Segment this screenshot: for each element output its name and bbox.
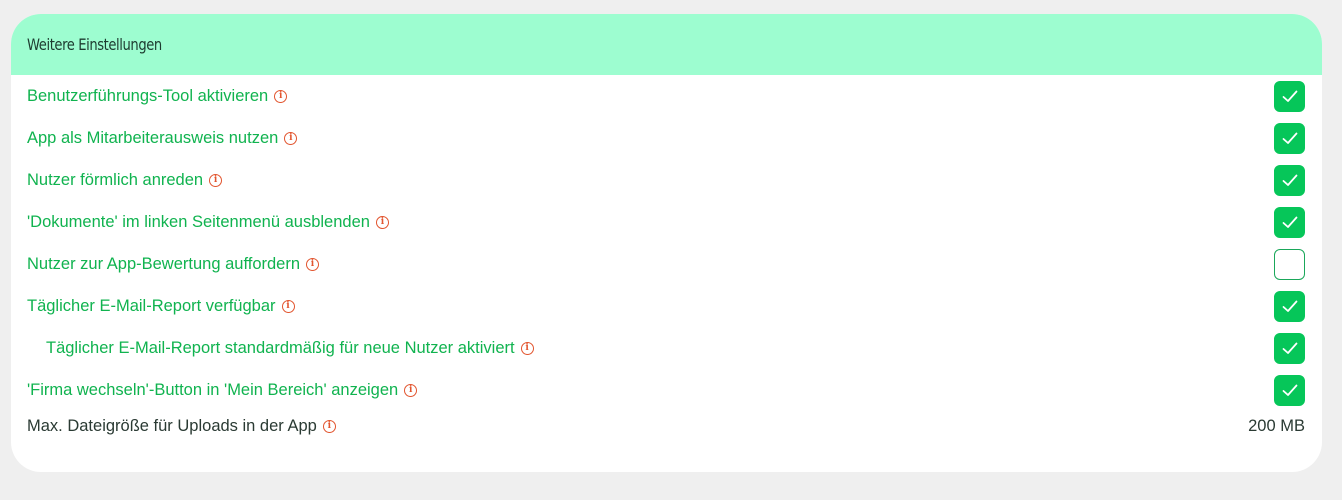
panel-title: Weitere Einstellungen — [27, 35, 162, 54]
setting-row-daily-report-default: Täglicher E-Mail-Report standardmäßig fü… — [11, 327, 1322, 369]
setting-checkbox-switch-company[interactable] — [1274, 374, 1305, 406]
setting-label: Nutzer förmlich anreden — [27, 170, 204, 189]
setting-checkbox-daily-report-default[interactable] — [1274, 332, 1305, 364]
info-icon[interactable]: i — [284, 131, 298, 145]
setting-checkbox-formal-address[interactable] — [1274, 164, 1305, 196]
info-icon[interactable]: i — [404, 383, 418, 397]
info-icon[interactable]: i — [281, 299, 295, 313]
check-icon — [1282, 300, 1297, 312]
upload-size-label: Max. Dateigröße für Uploads in der App — [27, 417, 317, 435]
info-icon[interactable]: i — [322, 420, 336, 433]
setting-label: Benutzerführungs-Tool aktivieren — [27, 86, 269, 105]
check-icon — [1282, 174, 1297, 186]
setting-label: Täglicher E-Mail-Report verfügbar — [27, 296, 276, 315]
setting-checkbox-app-rating[interactable] — [1274, 248, 1305, 280]
check-icon — [1282, 342, 1297, 354]
setting-row-max-upload: Max. Dateigröße für Uploads in der App i… — [11, 411, 1322, 451]
setting-row-guide-tool: Benutzerführungs-Tool aktivieren i — [11, 75, 1322, 117]
info-icon[interactable]: i — [520, 341, 534, 355]
info-icon[interactable]: i — [274, 89, 288, 103]
setting-label: 'Firma wechseln'-Button in 'Mein Bereich… — [27, 380, 399, 399]
check-icon — [1282, 90, 1297, 102]
setting-checkbox-hide-documents[interactable] — [1274, 206, 1305, 238]
info-icon[interactable]: i — [375, 215, 389, 229]
info-icon[interactable]: i — [306, 257, 320, 271]
setting-row-daily-report: Täglicher E-Mail-Report verfügbar i — [11, 285, 1322, 327]
panel-header: Weitere Einstellungen — [11, 14, 1322, 75]
setting-label: Täglicher E-Mail-Report standardmäßig fü… — [46, 338, 515, 357]
setting-checkbox-employee-id[interactable] — [1274, 122, 1305, 154]
setting-label: 'Dokumente' im linken Seitenmenü ausblen… — [27, 212, 370, 231]
setting-checkbox-daily-report[interactable] — [1274, 290, 1305, 322]
setting-row-switch-company: 'Firma wechseln'-Button in 'Mein Bereich… — [11, 369, 1322, 411]
settings-list: Benutzerführungs-Tool aktivieren i App a… — [11, 75, 1322, 451]
setting-row-hide-documents: 'Dokumente' im linken Seitenmenü ausblen… — [11, 201, 1322, 243]
setting-label: App als Mitarbeiterausweis nutzen — [27, 128, 279, 147]
setting-checkbox-guide-tool[interactable] — [1274, 80, 1305, 112]
info-icon[interactable]: i — [209, 173, 223, 187]
check-icon — [1282, 216, 1297, 228]
settings-panel: Weitere Einstellungen Benutzerführungs-T… — [11, 14, 1322, 472]
setting-row-app-rating: Nutzer zur App-Bewertung auffordern i — [11, 243, 1322, 285]
check-icon — [1282, 384, 1297, 396]
check-icon — [1282, 132, 1297, 144]
upload-size-value[interactable]: 200 MB — [1248, 417, 1305, 436]
setting-row-formal-address: Nutzer förmlich anreden i — [11, 159, 1322, 201]
setting-row-employee-id: App als Mitarbeiterausweis nutzen i — [11, 117, 1322, 159]
setting-label: Nutzer zur App-Bewertung auffordern — [27, 254, 301, 273]
